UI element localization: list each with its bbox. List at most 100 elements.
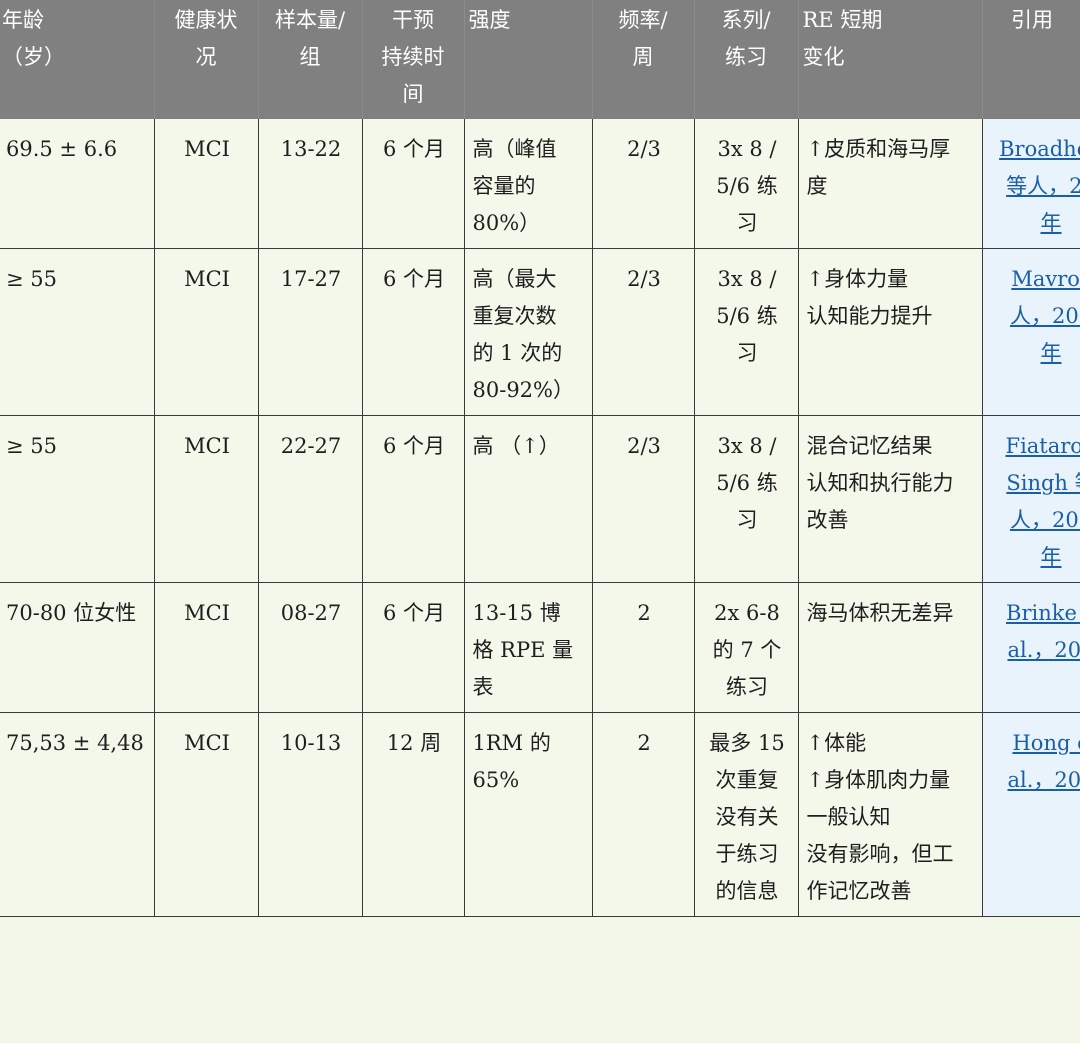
text-line: 干预 bbox=[392, 8, 434, 32]
cell-intensity: 高（最大 重复次数的 1 次的 80-92%） bbox=[464, 248, 593, 416]
text-line: 海马体积无差异 bbox=[806, 601, 954, 625]
cell-duration: 12 周 bbox=[362, 712, 465, 917]
text-line: 6 个月 bbox=[382, 267, 446, 291]
table-row: ≥ 55 MCI 17-27 6 个月 高（最大 重复次数的 1 次的 80-92%） 2/3… bbox=[0, 248, 1080, 416]
header-re-changes: RE 短期 变化 bbox=[798, 0, 983, 119]
citation-link[interactable]: Hong e al.，201 bbox=[991, 725, 1080, 799]
cell-series: 3x 8 / 5/6 练习 bbox=[694, 119, 799, 249]
text-line: 系列/ bbox=[721, 8, 771, 32]
cell-re-changes: ↑体能 ↑身体肌肉力量 一般认知 没有影响，但工 作记忆改善 bbox=[798, 712, 983, 917]
citation-link[interactable]: Broadhou 等人，20 年 bbox=[991, 131, 1080, 242]
cell-intensity: 1RM 的 65% bbox=[464, 712, 593, 917]
citation-link[interactable]: Fiataron Singh 等人，201 年 bbox=[991, 428, 1080, 576]
text-line: 容量的 bbox=[472, 174, 536, 198]
text-line: 69.5 ± 6.6 bbox=[6, 137, 118, 161]
text-line: 一般认知 bbox=[806, 805, 891, 829]
text-line: 况 bbox=[195, 45, 217, 69]
text-line: 3x 8 / bbox=[717, 434, 777, 458]
text-line: 格 RPE 量 bbox=[472, 638, 574, 662]
cell-sample-size: 17-27 bbox=[258, 248, 363, 416]
cell-frequency: 2/3 bbox=[592, 415, 695, 583]
cell-intensity: 高 （↑） bbox=[464, 415, 593, 583]
text-line: 次重复 bbox=[715, 768, 779, 792]
text-line: 5/6 练 bbox=[716, 174, 778, 198]
cell-frequency: 2/3 bbox=[592, 248, 695, 416]
cell-intensity: 高（峰值 容量的 80%） bbox=[464, 119, 593, 249]
text-line: 重复次数 bbox=[472, 304, 557, 328]
text-line: 80-92%） bbox=[472, 378, 575, 402]
text-line: Broadhou bbox=[999, 137, 1080, 161]
text-line: 10-13 bbox=[280, 731, 342, 755]
text-line: 2/3 bbox=[627, 267, 661, 291]
text-line: ↑身体力量 bbox=[806, 267, 909, 291]
citation-link[interactable]: Brinke e al.，201 bbox=[991, 595, 1080, 669]
text-line: Fiataron bbox=[1005, 434, 1080, 458]
text-line: MCI bbox=[184, 601, 230, 625]
text-line: 表 bbox=[472, 675, 494, 699]
table-header-row: 年龄 （岁） 健康状况 样本量/组 干预 持续时间 强度 频率/周 系列/练习 RE… bbox=[0, 0, 1080, 119]
text-line: 样本量/ bbox=[274, 8, 346, 32]
cell-frequency: 2 bbox=[592, 582, 695, 713]
cell-series: 3x 8 / 5/6 练习 bbox=[694, 415, 799, 583]
header-frequency: 频率/周 bbox=[592, 0, 695, 119]
text-line: 6 个月 bbox=[382, 601, 446, 625]
text-line: al.，201 bbox=[1007, 638, 1080, 662]
text-line: MCI bbox=[184, 137, 230, 161]
text-line: 5/6 练 bbox=[716, 304, 778, 328]
text-line: 习 bbox=[736, 341, 758, 365]
cell-duration: 6 个月 bbox=[362, 248, 465, 416]
text-line: 组 bbox=[299, 45, 321, 69]
text-line: 年 bbox=[1040, 211, 1062, 235]
text-line: 周 bbox=[632, 45, 654, 69]
text-line: 持续时 bbox=[381, 45, 445, 69]
text-line: 练习 bbox=[726, 675, 768, 699]
text-line: 引用 bbox=[1011, 8, 1053, 32]
text-line: Brinke e bbox=[1006, 601, 1080, 625]
cell-citation: Fiataron Singh 等人，201 年 bbox=[982, 415, 1080, 583]
cell-sample-size: 22-27 bbox=[258, 415, 363, 583]
cell-re-changes: 海马体积无差异 bbox=[798, 582, 983, 713]
text-line: 间 bbox=[402, 82, 424, 106]
text-line: 70-80 位女性 bbox=[6, 601, 137, 625]
cell-sample-size: 13-22 bbox=[258, 119, 363, 249]
text-line: 2/3 bbox=[627, 434, 661, 458]
text-line: 3x 8 / bbox=[717, 267, 777, 291]
cell-age: 70-80 位女性 bbox=[0, 582, 155, 713]
text-line: ≥ 55 bbox=[6, 267, 57, 291]
text-line: 22-27 bbox=[280, 434, 342, 458]
text-line: 高（最大 bbox=[472, 267, 557, 291]
text-line: 等人，20 bbox=[1006, 174, 1080, 198]
text-line: 习 bbox=[736, 508, 758, 532]
text-line: 12 周 bbox=[386, 731, 442, 755]
text-line: 习 bbox=[736, 211, 758, 235]
text-line: MCI bbox=[184, 731, 230, 755]
citation-link[interactable]: Mavros 人，201 年 bbox=[991, 261, 1080, 372]
text-line: 于练习 bbox=[715, 842, 779, 866]
cell-citation: Mavros 人，201 年 bbox=[982, 248, 1080, 416]
text-line: 13-15 博 bbox=[472, 601, 561, 625]
text-line: 2/3 bbox=[627, 137, 661, 161]
text-line: ↑身体肌肉力量 bbox=[806, 768, 951, 792]
cell-citation: Broadhou 等人，20 年 bbox=[982, 119, 1080, 249]
text-line: 混合记忆结果 bbox=[806, 434, 933, 458]
cell-citation: Brinke e al.，201 bbox=[982, 582, 1080, 713]
text-line: 高 （↑） bbox=[472, 434, 560, 458]
header-intensity: 强度 bbox=[464, 0, 593, 119]
table-row: ≥ 55 MCI 22-27 6 个月 高 （↑） 2/3 3x 8 / 5/6 练习 混合记忆… bbox=[0, 415, 1080, 583]
text-line: ↑皮质和海马厚 bbox=[806, 137, 951, 161]
cell-frequency: 2 bbox=[592, 712, 695, 917]
cell-frequency: 2/3 bbox=[592, 119, 695, 249]
header-health-status: 健康状况 bbox=[154, 0, 259, 119]
text-line: 6 个月 bbox=[382, 137, 446, 161]
cell-age: ≥ 55 bbox=[0, 248, 155, 416]
cell-duration: 6 个月 bbox=[362, 415, 465, 583]
cell-re-changes: ↑身体力量认知能力提升 bbox=[798, 248, 983, 416]
text-line: 5/6 练 bbox=[716, 471, 778, 495]
text-line: 作记忆改善 bbox=[806, 879, 912, 903]
header-duration: 干预 持续时间 bbox=[362, 0, 465, 119]
table-row: 70-80 位女性 MCI 08-27 6 个月 13-15 博格 RPE 量表 2 2x … bbox=[0, 582, 1080, 713]
cell-series: 2x 6-8 的 7 个练习 bbox=[694, 582, 799, 713]
text-line: 认知能力提升 bbox=[806, 304, 933, 328]
cell-health-status: MCI bbox=[154, 415, 259, 583]
text-line: 没有关 bbox=[715, 805, 779, 829]
